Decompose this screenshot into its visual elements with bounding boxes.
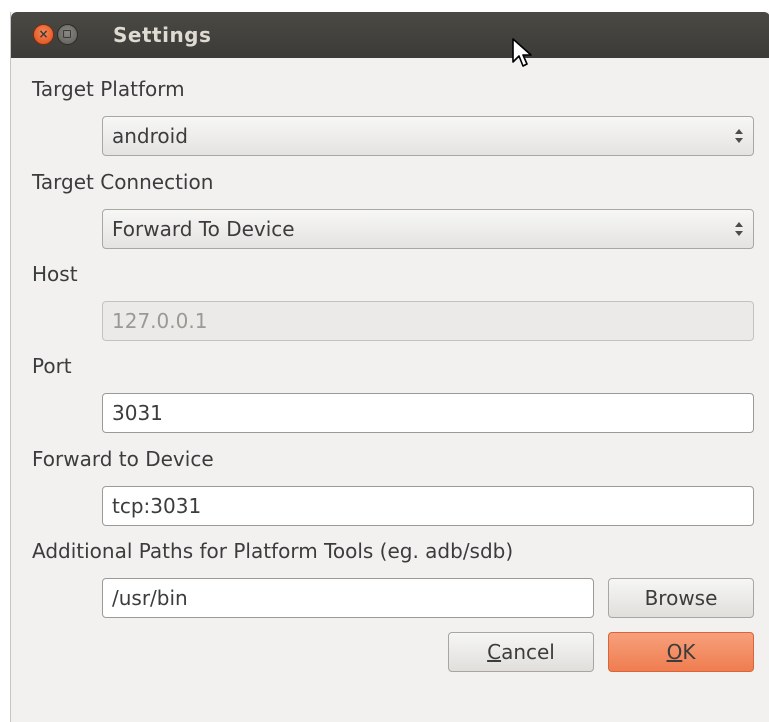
close-button[interactable]: × xyxy=(33,24,54,45)
window-title: Settings xyxy=(113,23,212,47)
host-value: 127.0.0.1 xyxy=(112,309,208,333)
forward-to-device-input[interactable]: tcp:3031 xyxy=(102,486,754,526)
additional-paths-input[interactable]: /usr/bin xyxy=(102,578,594,618)
port-value: 3031 xyxy=(112,401,163,425)
target-connection-label: Target Connection xyxy=(32,170,214,194)
port-input[interactable]: 3031 xyxy=(102,393,754,433)
minimize-icon xyxy=(63,30,71,38)
host-label: Host xyxy=(32,262,78,286)
settings-dialog: × Settings Target Platform android Targe… xyxy=(10,12,769,722)
mouse-pointer-icon xyxy=(512,38,532,67)
additional-paths-label: Additional Paths for Platform Tools (eg.… xyxy=(32,539,514,563)
target-connection-value: Forward To Device xyxy=(112,217,295,241)
cancel-button[interactable]: Cancel xyxy=(448,632,594,672)
forward-to-device-value: tcp:3031 xyxy=(112,494,202,518)
forward-to-device-label: Forward to Device xyxy=(32,447,214,471)
target-platform-value: android xyxy=(112,124,188,148)
ok-button[interactable]: OK xyxy=(608,632,754,672)
port-label: Port xyxy=(32,354,72,378)
target-connection-combo[interactable]: Forward To Device xyxy=(102,209,754,249)
ok-label-rest: K xyxy=(682,640,696,664)
additional-paths-value: /usr/bin xyxy=(112,586,188,610)
up-down-arrows-icon xyxy=(735,222,743,236)
ok-mnemonic: O xyxy=(666,640,683,664)
browse-button[interactable]: Browse xyxy=(608,578,754,618)
host-input: 127.0.0.1 xyxy=(102,301,754,341)
close-icon: × xyxy=(38,27,49,41)
minimize-button[interactable] xyxy=(57,24,78,45)
target-platform-combo[interactable]: android xyxy=(102,116,754,156)
cancel-label-rest: ancel xyxy=(501,640,555,664)
up-down-arrows-icon xyxy=(735,129,743,143)
title-bar[interactable]: × Settings xyxy=(11,12,769,58)
cancel-mnemonic: C xyxy=(487,640,502,664)
target-platform-label: Target Platform xyxy=(32,77,185,101)
